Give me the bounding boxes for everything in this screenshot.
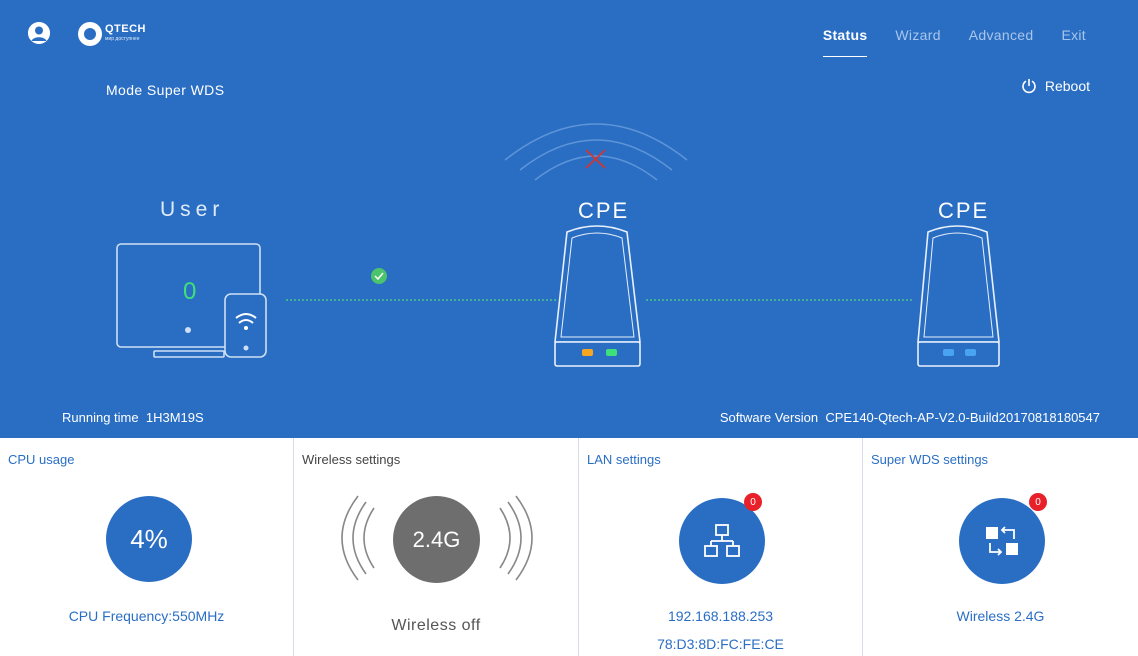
- wds-alert-badge: 0: [1029, 493, 1047, 511]
- wds-bridge-icon[interactable]: [959, 498, 1045, 584]
- lan-settings-title[interactable]: LAN settings: [587, 452, 661, 467]
- cpu-usage-card: CPU usage 4% CPU Frequency:550MHz: [0, 438, 294, 656]
- wireless-arcs-icon: [504, 123, 688, 181]
- lan-ip-address: 192.168.188.253: [667, 608, 774, 624]
- super-wds-settings-title[interactable]: Super WDS settings: [871, 452, 988, 467]
- x-icon: [585, 149, 606, 169]
- wireless-band-indicator[interactable]: 2.4G: [393, 496, 480, 583]
- logo-tagline: мир доступнее: [105, 36, 140, 42]
- status-cards: CPU usage 4% CPU Frequency:550MHz Wirele…: [0, 438, 1138, 656]
- logo-mark-icon: [78, 22, 102, 46]
- wireless-settings-card[interactable]: Wireless settings 2.4G Wireless off: [294, 438, 579, 656]
- cpu-usage-title: CPU usage: [8, 452, 75, 467]
- brand-logo: QTECH мир доступнее: [78, 21, 146, 47]
- running-time-label: Running time: [62, 410, 139, 425]
- cpe-remote-device-icon: [917, 225, 1000, 367]
- nav-status[interactable]: Status: [822, 27, 868, 57]
- software-version-value: CPE140-Qtech-AP-V2.0-Build20170818180547: [825, 410, 1100, 425]
- logo-name: QTECH: [105, 23, 146, 35]
- super-wds-settings-card[interactable]: Super WDS settings 0 Wireless 2.4G: [863, 438, 1138, 656]
- topology-panel: Mode Super WDS Reboot User CPE CPE 0 Run…: [0, 58, 1138, 438]
- topology-diagram: [116, 123, 1000, 367]
- software-version-label: Software Version: [719, 410, 819, 425]
- running-time: Running time 1H3M19S: [62, 410, 204, 425]
- cpu-usage-gauge: 4%: [106, 496, 192, 582]
- lan-mac-address: 78:D3:8D:FC:FE:CE: [657, 636, 784, 652]
- cpe-local-device-icon: [554, 225, 641, 367]
- nav-exit[interactable]: Exit: [1061, 27, 1086, 43]
- nav-advanced[interactable]: Advanced: [969, 27, 1034, 43]
- lan-alert-badge: 0: [744, 493, 762, 511]
- top-navigation-bar: QTECH мир доступнее Status Wizard Advanc…: [0, 0, 1138, 58]
- running-time-value: 1H3M19S: [145, 410, 204, 425]
- check-icon: [371, 268, 387, 284]
- cpu-frequency: CPU Frequency:550MHz: [68, 608, 225, 624]
- user-icon[interactable]: [28, 22, 50, 44]
- wds-band: Wireless 2.4G: [956, 608, 1045, 624]
- wireless-status: Wireless off: [391, 617, 481, 634]
- phone-icon: [224, 293, 267, 358]
- lan-settings-card[interactable]: LAN settings 0 192.168.188.253 78:D3:8D:…: [579, 438, 863, 656]
- wireless-settings-title[interactable]: Wireless settings: [302, 452, 400, 467]
- nav-wizard[interactable]: Wizard: [895, 27, 940, 43]
- software-version: Software Version CPE140-Qtech-AP-V2.0-Bu…: [720, 410, 1100, 425]
- user-count: 0: [183, 278, 197, 305]
- main-nav: Status Wizard Advanced Exit: [795, 27, 1086, 57]
